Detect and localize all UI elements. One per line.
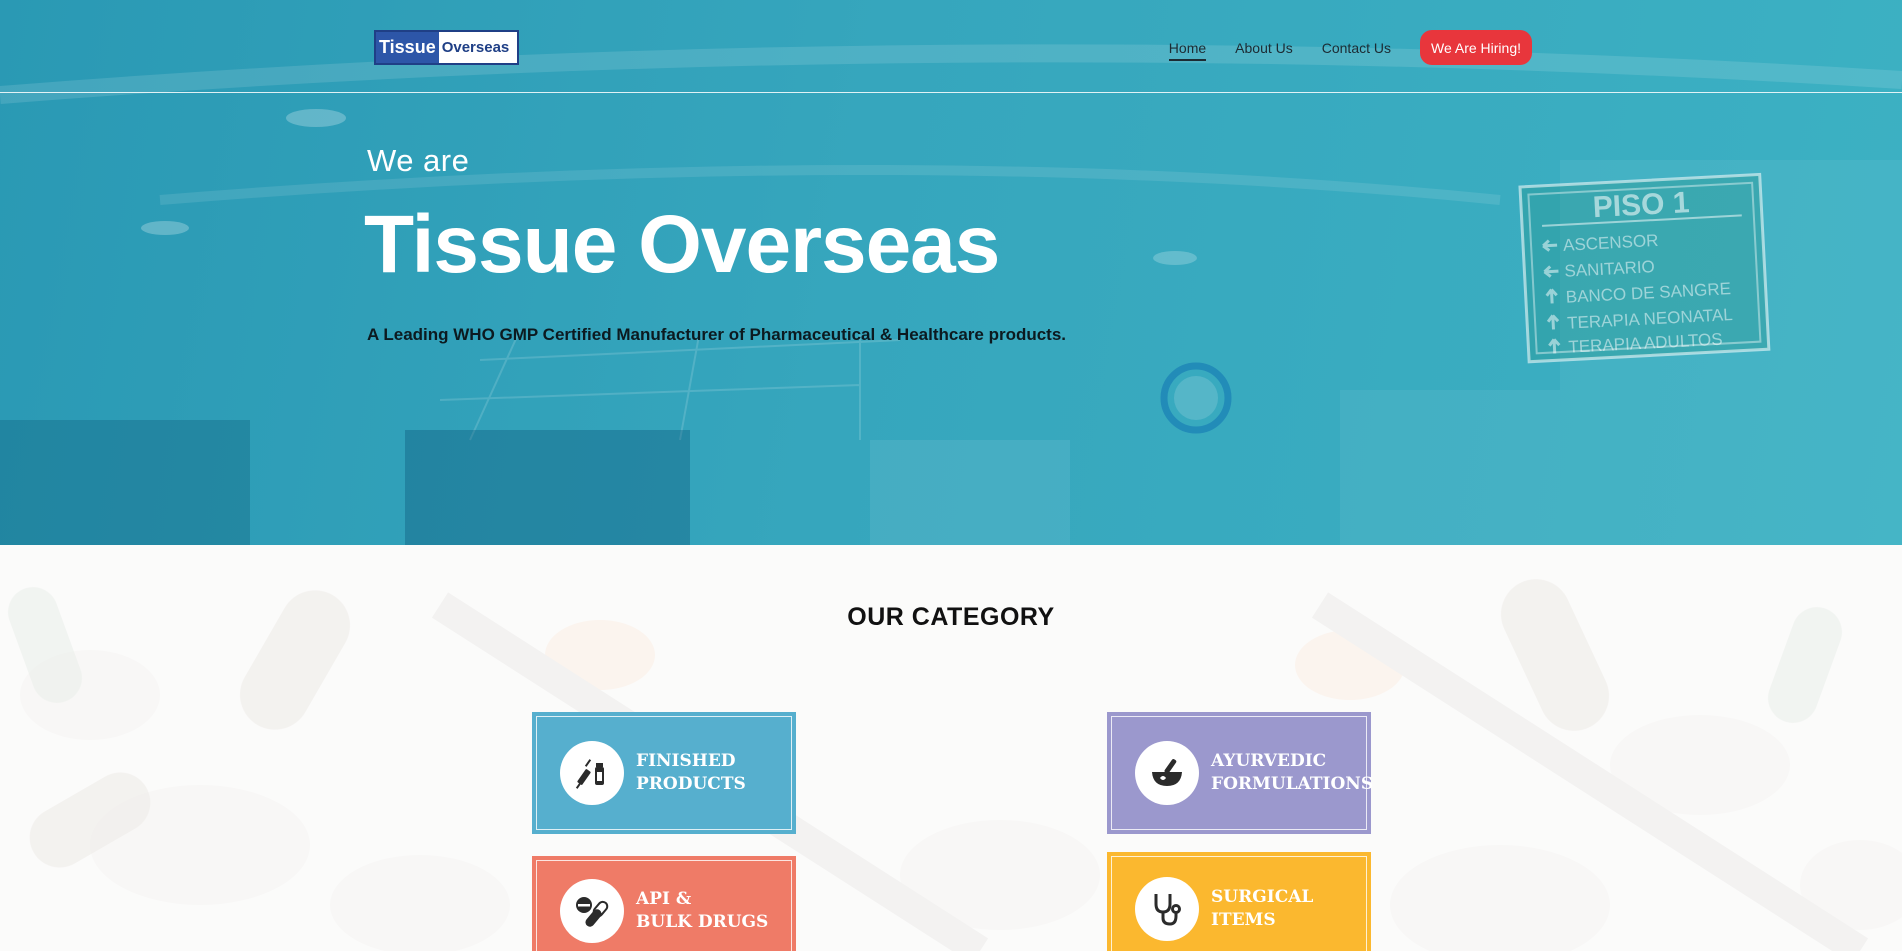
card-label-line1: AYURVEDIC	[1211, 751, 1327, 771]
category-card-finished-products[interactable]: FINISHED PRODUCTS	[532, 712, 796, 834]
mortar-pestle-icon	[1135, 741, 1199, 805]
card-label-line2: BULK DRUGS	[636, 912, 769, 932]
stethoscope-icon	[1135, 877, 1199, 941]
category-card-surgical-items[interactable]: SURGICAL ITEMS	[1107, 852, 1371, 951]
card-label-line1: FINISHED	[636, 751, 736, 771]
nav-about-link[interactable]: About Us	[1235, 32, 1293, 64]
hospital-sign: PISO 1 ASCENSOR SANITARIO BANCO DE SANGR…	[1518, 172, 1771, 364]
main-nav: Home About Us Contact Us We Are Hiring!	[1140, 30, 1532, 65]
hero-intro-text: We are	[367, 143, 470, 178]
logo-text-primary: Tissue	[376, 32, 439, 63]
nav-home-link[interactable]: Home	[1168, 32, 1207, 64]
card-label-line2: PRODUCTS	[636, 774, 746, 794]
hero-tagline: A Leading WHO GMP Certified Manufacturer…	[367, 325, 1067, 344]
category-heading: OUR CATEGORY	[847, 603, 1055, 631]
site-header: Tissue Overseas Home About Us Contact Us…	[0, 0, 1902, 93]
logo-text-secondary: Overseas	[441, 39, 510, 56]
category-card-ayurvedic-formulations[interactable]: AYURVEDIC FORMULATIONS	[1107, 712, 1374, 834]
hero-section: PISO 1 ASCENSOR SANITARIO BANCO DE SANGR…	[0, 0, 1902, 545]
card-label-line1: SURGICAL	[1211, 887, 1314, 907]
category-section: OUR CATEGORY FINISHED PRODUCTS AYURVEDIC…	[0, 545, 1902, 951]
card-label-line1: API &	[636, 889, 692, 909]
hero-title: Tissue Overseas	[364, 199, 1000, 290]
category-card-api-bulk-drugs[interactable]: API & BULK DRUGS	[532, 856, 796, 951]
card-label-line2: FORMULATIONS	[1211, 774, 1374, 794]
sign-title: PISO 1	[1592, 186, 1690, 224]
syringe-vial-icon	[560, 741, 624, 805]
nav-contact-link[interactable]: Contact Us	[1322, 32, 1391, 64]
site-logo[interactable]: Tissue Overseas	[374, 30, 519, 65]
pills-capsule-icon	[560, 879, 624, 943]
card-label-line2: ITEMS	[1211, 910, 1276, 930]
hiring-button[interactable]: We Are Hiring!	[1420, 30, 1532, 65]
